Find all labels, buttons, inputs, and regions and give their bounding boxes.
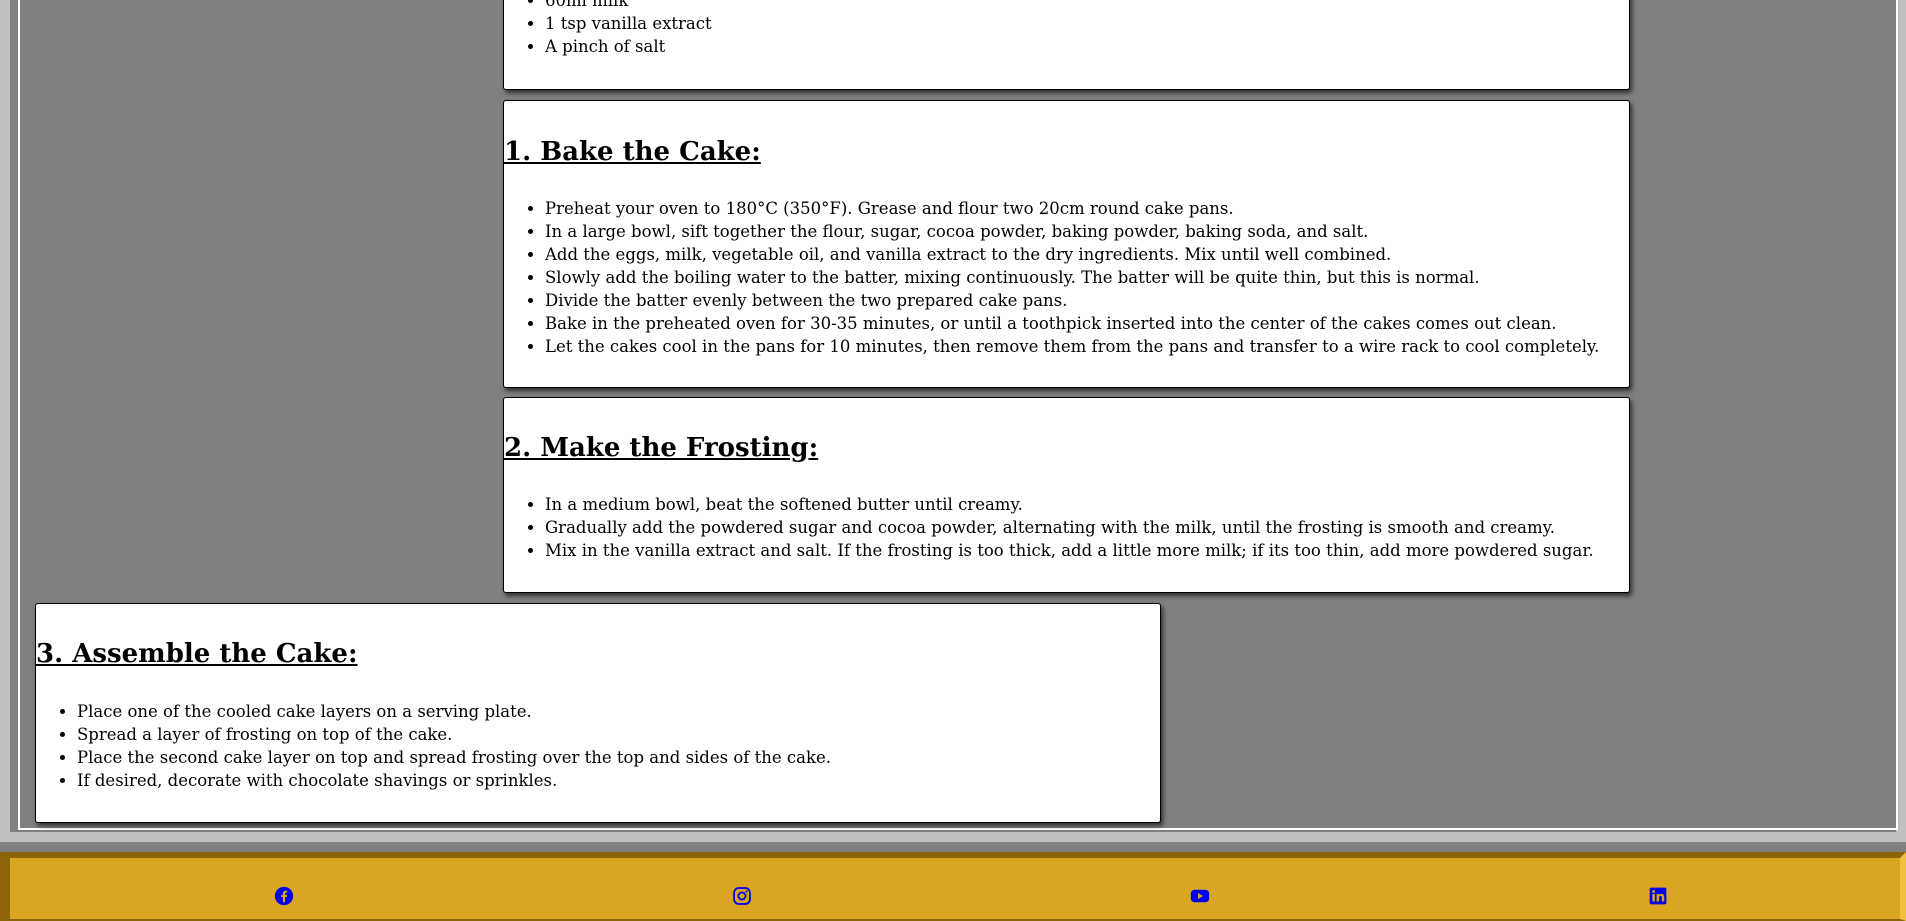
page-content-area: 60ml milk 1 tsp vanilla extract A pinch … xyxy=(0,0,1906,842)
linkedin-link[interactable] xyxy=(1648,886,1668,906)
frosting-step: In a medium bowl, beat the softened butt… xyxy=(545,493,1594,516)
assemble-heading: 3. Assemble the Cake: xyxy=(36,639,358,669)
frosting-step: Mix in the vanilla extract and salt. If … xyxy=(545,539,1594,562)
make-the-frosting-card: 2. Make the Frosting: In a medium bowl, … xyxy=(503,397,1630,593)
instagram-icon xyxy=(733,887,751,905)
footer xyxy=(0,852,1906,921)
youtube-icon xyxy=(1190,889,1210,903)
instagram-link[interactable] xyxy=(732,886,752,906)
frosting-steps-list: In a medium bowl, beat the softened butt… xyxy=(504,493,1594,562)
ingredients-card: 60ml milk 1 tsp vanilla extract A pinch … xyxy=(503,0,1630,90)
facebook-link[interactable] xyxy=(274,886,294,906)
assemble-steps-list: Place one of the cooled cake layers on a… xyxy=(36,700,831,792)
assemble-step: Place one of the cooled cake layers on a… xyxy=(77,700,831,723)
bake-step: Bake in the preheated oven for 30-35 min… xyxy=(545,312,1599,335)
frosting-heading: 2. Make the Frosting: xyxy=(504,433,819,463)
bake-step: Divide the batter evenly between the two… xyxy=(545,289,1599,312)
bake-step: Let the cakes cool in the pans for 10 mi… xyxy=(545,335,1599,358)
facebook-icon xyxy=(274,886,294,906)
assemble-step: Spread a layer of frosting on top of the… xyxy=(77,723,831,746)
bake-step: In a large bowl, sift together the flour… xyxy=(545,220,1599,243)
ingredient-item: 1 tsp vanilla extract xyxy=(545,12,712,35)
bake-the-cake-card: 1. Bake the Cake: Preheat your oven to 1… xyxy=(503,100,1630,388)
ingredient-item: 60ml milk xyxy=(545,0,712,12)
youtube-link[interactable] xyxy=(1190,886,1210,906)
bake-steps-list: Preheat your oven to 180°C (350°F). Grea… xyxy=(504,197,1599,358)
bake-step: Preheat your oven to 180°C (350°F). Grea… xyxy=(545,197,1599,220)
bake-step: Slowly add the boiling water to the batt… xyxy=(545,266,1599,289)
linkedin-icon xyxy=(1649,887,1667,905)
assemble-step: If desired, decorate with chocolate shav… xyxy=(77,769,831,792)
assemble-step: Place the second cake layer on top and s… xyxy=(77,746,831,769)
footer-social-bar xyxy=(10,858,1900,919)
ingredients-list: 60ml milk 1 tsp vanilla extract A pinch … xyxy=(504,0,712,58)
ingredient-item: A pinch of salt xyxy=(545,35,712,58)
assemble-the-cake-card: 3. Assemble the Cake: Place one of the c… xyxy=(35,603,1161,823)
bake-step: Add the eggs, milk, vegetable oil, and v… xyxy=(545,243,1599,266)
frosting-step: Gradually add the powdered sugar and coc… xyxy=(545,516,1594,539)
bake-heading: 1. Bake the Cake: xyxy=(504,137,761,167)
